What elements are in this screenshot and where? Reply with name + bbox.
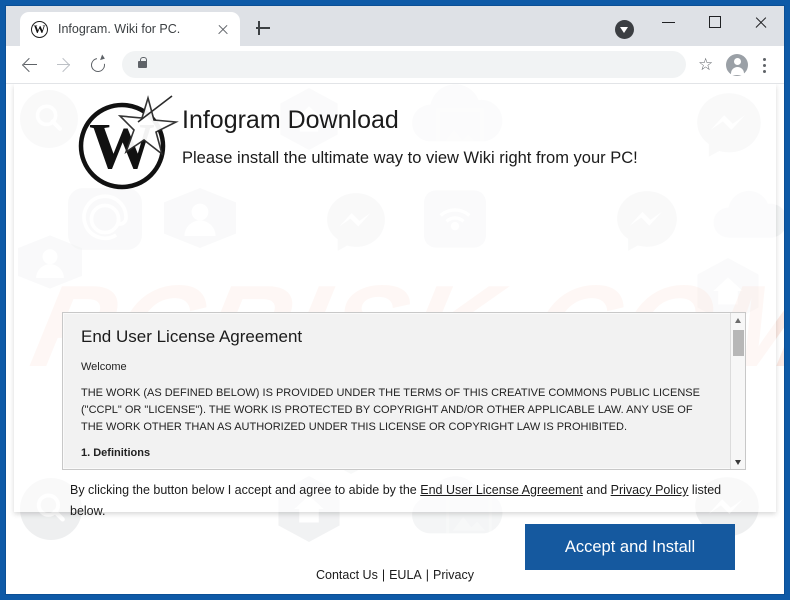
reload-icon[interactable] — [84, 51, 112, 79]
tab-strip: W Infogram. Wiki for PC. — [6, 6, 784, 46]
accept-and-install-button[interactable]: Accept and Install — [525, 524, 735, 570]
maximize-button[interactable] — [692, 6, 738, 38]
back-icon[interactable] — [16, 51, 44, 79]
page-subtitle: Please install the ultimate way to view … — [182, 149, 638, 167]
minimize-button[interactable] — [646, 6, 692, 38]
footer-separator: | — [425, 568, 429, 582]
scrollbar-thumb[interactable] — [733, 330, 744, 356]
consent-text: By clicking the button below I accept an… — [70, 480, 730, 523]
consent-between: and — [582, 483, 611, 497]
consent-before: By clicking the button below I accept an… — [70, 483, 421, 497]
eula-welcome: Welcome — [81, 361, 127, 373]
kebab-menu-icon[interactable] — [754, 53, 774, 77]
scroll-up-icon[interactable] — [731, 313, 745, 327]
scrollbar[interactable] — [730, 313, 745, 469]
footer-contact-us-link[interactable]: Contact Us — [316, 568, 378, 582]
avatar[interactable] — [726, 53, 748, 76]
forward-icon[interactable] — [50, 51, 78, 79]
close-icon[interactable] — [214, 20, 232, 38]
eula-scroll-box[interactable]: End User License Agreement Welcome THE W… — [62, 312, 746, 470]
wikipedia-w-favicon: W — [31, 20, 48, 38]
page-title: Infogram Download — [182, 106, 399, 134]
eula-section-heading: 1. Definitions — [81, 447, 151, 460]
eula-heading: End User License Agreement — [81, 327, 303, 346]
browser-tab[interactable]: W Infogram. Wiki for PC. — [20, 12, 240, 46]
download-arrow-glyph — [620, 26, 628, 33]
window-controls — [646, 6, 784, 38]
eula-link[interactable]: End User License Agreement — [420, 483, 583, 497]
new-tab-button[interactable] — [252, 17, 274, 39]
footer-links: Contact Us | EULA | Privacy — [316, 568, 474, 582]
download-icon[interactable] — [615, 20, 634, 39]
eula-content: End User License Agreement Welcome THE W… — [63, 313, 745, 469]
footer-privacy-link[interactable]: Privacy — [433, 568, 474, 582]
privacy-policy-link[interactable]: Privacy Policy — [611, 483, 689, 497]
window-close-button[interactable] — [738, 6, 784, 38]
footer-eula-link[interactable]: EULA — [389, 568, 422, 582]
browser-toolbar: ☆ — [6, 46, 784, 84]
bookmark-star-icon[interactable]: ☆ — [694, 52, 720, 78]
footer-separator: | — [381, 568, 386, 582]
address-bar[interactable] — [122, 51, 686, 78]
hero-text: Infogram Download Please install the ult… — [182, 106, 756, 168]
wikipedia-w-logo: W — [76, 92, 180, 192]
eula-body: THE WORK (AS DEFINED BELOW) IS PROVIDED … — [81, 387, 700, 434]
hero-section: W Infogram Download Please install the u… — [14, 84, 776, 194]
lock-icon — [138, 57, 147, 68]
page-viewport: W Infogram Download Please install the u… — [6, 84, 784, 594]
promo-card: W Infogram Download Please install the u… — [14, 84, 776, 518]
tab-title: Infogram. Wiki for PC. — [58, 22, 181, 36]
browser-window: W Infogram. Wiki for PC. ☆ W Infogram Do… — [5, 5, 785, 595]
scroll-down-icon[interactable] — [731, 455, 745, 469]
